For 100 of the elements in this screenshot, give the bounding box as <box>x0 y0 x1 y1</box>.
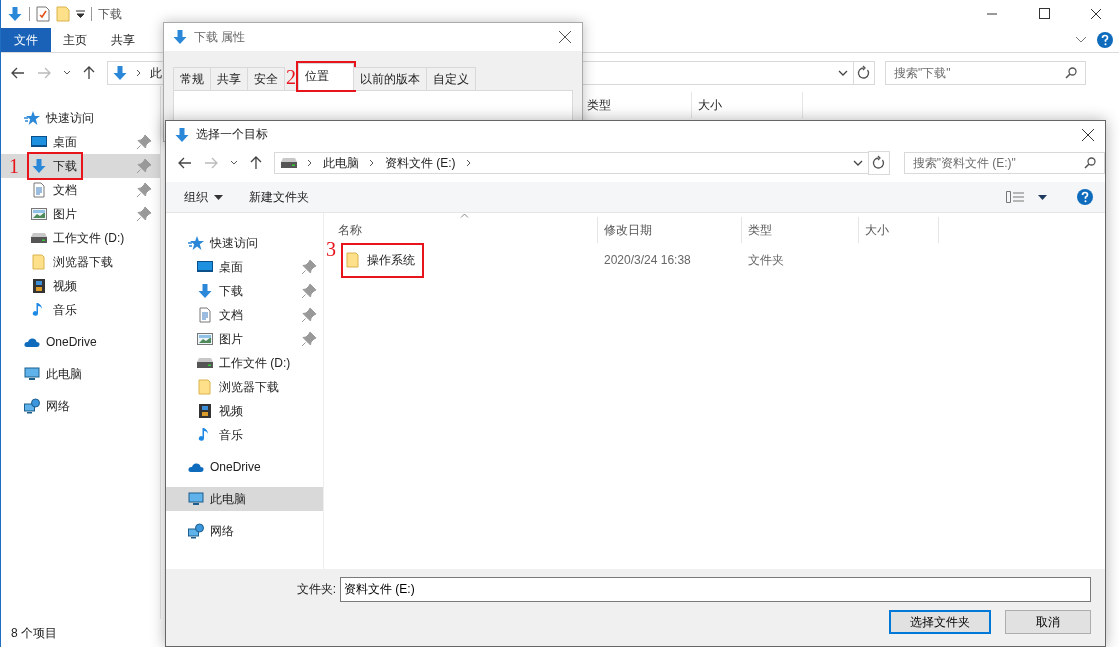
address-bar[interactable]: 此电脑 资料文件 (E:) <box>273 152 870 174</box>
column-header[interactable]: 修改日期 <box>598 217 742 243</box>
picture-icon <box>31 206 47 222</box>
nav-item[interactable]: 下载 <box>29 154 81 178</box>
computer-icon <box>188 491 204 507</box>
item-count: 8 个项目 <box>10 625 58 642</box>
window-title: 下载 <box>98 5 122 23</box>
nav-item[interactable]: 音乐 <box>166 423 323 447</box>
nav-item[interactable]: 网络 <box>166 519 323 543</box>
search-field[interactable]: 搜索"资料文件 (E:)" <box>903 152 1105 174</box>
nav-item[interactable]: 工作文件 (D:) <box>29 226 129 250</box>
view-options-icon[interactable] <box>1006 191 1024 203</box>
field-label: 文件夹: <box>296 581 336 598</box>
back-icon[interactable] <box>178 157 192 169</box>
caret-icon[interactable] <box>214 194 223 200</box>
breadcrumb-separator-icon <box>136 69 142 77</box>
drive-icon <box>197 355 213 371</box>
ribbon-tab[interactable]: 主页 <box>51 28 99 52</box>
new-folder-button[interactable]: 新建文件夹 <box>239 185 319 209</box>
table-cell-text: 2020/3/24 16:38 <box>603 253 692 267</box>
nav-item[interactable]: 快速访问 <box>166 231 323 255</box>
up-icon[interactable] <box>249 156 262 170</box>
drive-icon <box>280 155 297 171</box>
column-header[interactable]: 名称 <box>324 217 598 243</box>
document-icon <box>31 182 47 198</box>
breadcrumb-separator-icon <box>306 159 313 167</box>
ribbon-tab[interactable]: 共享 <box>99 28 147 52</box>
help-icon[interactable] <box>1077 189 1093 205</box>
properties-icon[interactable] <box>36 6 50 22</box>
nav-item[interactable]: 网络 <box>1 394 160 418</box>
nav-item[interactable]: 音乐 <box>29 298 81 322</box>
network-icon <box>24 398 40 414</box>
column-header[interactable]: 类型 <box>742 217 859 243</box>
help-icon[interactable] <box>1097 32 1113 48</box>
search-field[interactable]: 搜索"下载" <box>885 61 1086 85</box>
desktop-icon <box>31 134 47 150</box>
nav-item[interactable]: 工作文件 (D:) <box>166 351 323 375</box>
nav-item[interactable]: 文档 <box>29 178 81 202</box>
callout-number: 2 <box>286 64 296 89</box>
star-icon <box>24 110 40 126</box>
download-arrow-icon <box>197 283 213 299</box>
folder-input[interactable]: 资料文件 (E:) <box>340 577 1091 602</box>
recent-chevron-icon[interactable] <box>229 160 238 166</box>
up-icon[interactable] <box>83 66 95 80</box>
nav-item[interactable]: 图片 <box>166 327 323 351</box>
nav-item[interactable]: 快速访问 <box>1 106 160 130</box>
refresh-button[interactable] <box>853 61 875 85</box>
nav-item[interactable]: 视频 <box>29 274 81 298</box>
close-button[interactable] <box>558 30 572 44</box>
dialog-title: 下载 属性 <box>194 28 246 46</box>
dropdown-icon[interactable] <box>852 160 863 166</box>
ribbon-tab[interactable]: 文件 <box>1 28 51 52</box>
recent-chevron-icon[interactable] <box>63 70 71 76</box>
cancel-button[interactable]: 取消 <box>1005 610 1091 634</box>
tab[interactable]: 常规 <box>173 67 211 90</box>
download-arrow-icon <box>31 158 47 174</box>
nav-item[interactable]: 下载 <box>166 279 323 303</box>
search-icon[interactable] <box>1065 67 1077 79</box>
select-folder-button[interactable]: 选择文件夹 <box>889 610 991 634</box>
network-icon <box>188 523 204 539</box>
tab[interactable]: 位置 <box>298 63 354 90</box>
dialog-title: 选择一个目标 <box>196 126 268 143</box>
tab[interactable]: 以前的版本 <box>353 67 427 90</box>
close-button[interactable] <box>1081 127 1095 142</box>
search-icon[interactable] <box>1084 157 1096 169</box>
document-icon <box>197 307 213 323</box>
download-arrow-icon <box>172 29 188 45</box>
desktop-icon <box>197 259 213 275</box>
nav-item[interactable]: 视频 <box>166 399 323 423</box>
tab[interactable]: 安全 <box>247 67 285 90</box>
folder-icon <box>197 379 213 395</box>
folder-icon <box>31 254 47 270</box>
dropdown-icon[interactable] <box>1038 194 1047 200</box>
callout-number: 1 <box>9 154 19 178</box>
column-header[interactable]: 大小 <box>859 217 939 243</box>
nav-item[interactable]: OneDrive <box>1 330 160 354</box>
dropdown-icon[interactable] <box>76 10 85 18</box>
nav-item[interactable]: 浏览器下载 <box>29 250 117 274</box>
film-icon <box>31 278 47 294</box>
column-header[interactable]: 大小 <box>692 92 803 118</box>
nav-item[interactable]: 桌面 <box>29 130 81 154</box>
nav-item[interactable]: 此电脑 <box>166 487 323 511</box>
dropdown-icon[interactable] <box>838 70 848 76</box>
nav-item[interactable]: 图片 <box>29 202 81 226</box>
film-icon <box>197 403 213 419</box>
organize-menu[interactable]: 组织 <box>174 185 233 209</box>
picture-icon <box>197 331 213 347</box>
nav-item[interactable]: 此电脑 <box>1 362 160 386</box>
nav-item[interactable]: OneDrive <box>166 455 323 479</box>
back-icon[interactable] <box>11 67 25 79</box>
breadcrumb-separator-icon <box>368 159 375 167</box>
download-arrow-icon <box>174 126 190 143</box>
nav-item[interactable]: 文档 <box>166 303 323 327</box>
tab[interactable]: 自定义 <box>426 67 476 90</box>
refresh-button[interactable] <box>867 151 890 175</box>
nav-item[interactable]: 浏览器下载 <box>166 375 323 399</box>
breadcrumb-separator-icon <box>465 159 472 167</box>
chevron-icon[interactable] <box>1075 36 1087 44</box>
nav-item[interactable]: 桌面 <box>166 255 323 279</box>
folder-item[interactable]: 操作系统 <box>342 243 423 277</box>
